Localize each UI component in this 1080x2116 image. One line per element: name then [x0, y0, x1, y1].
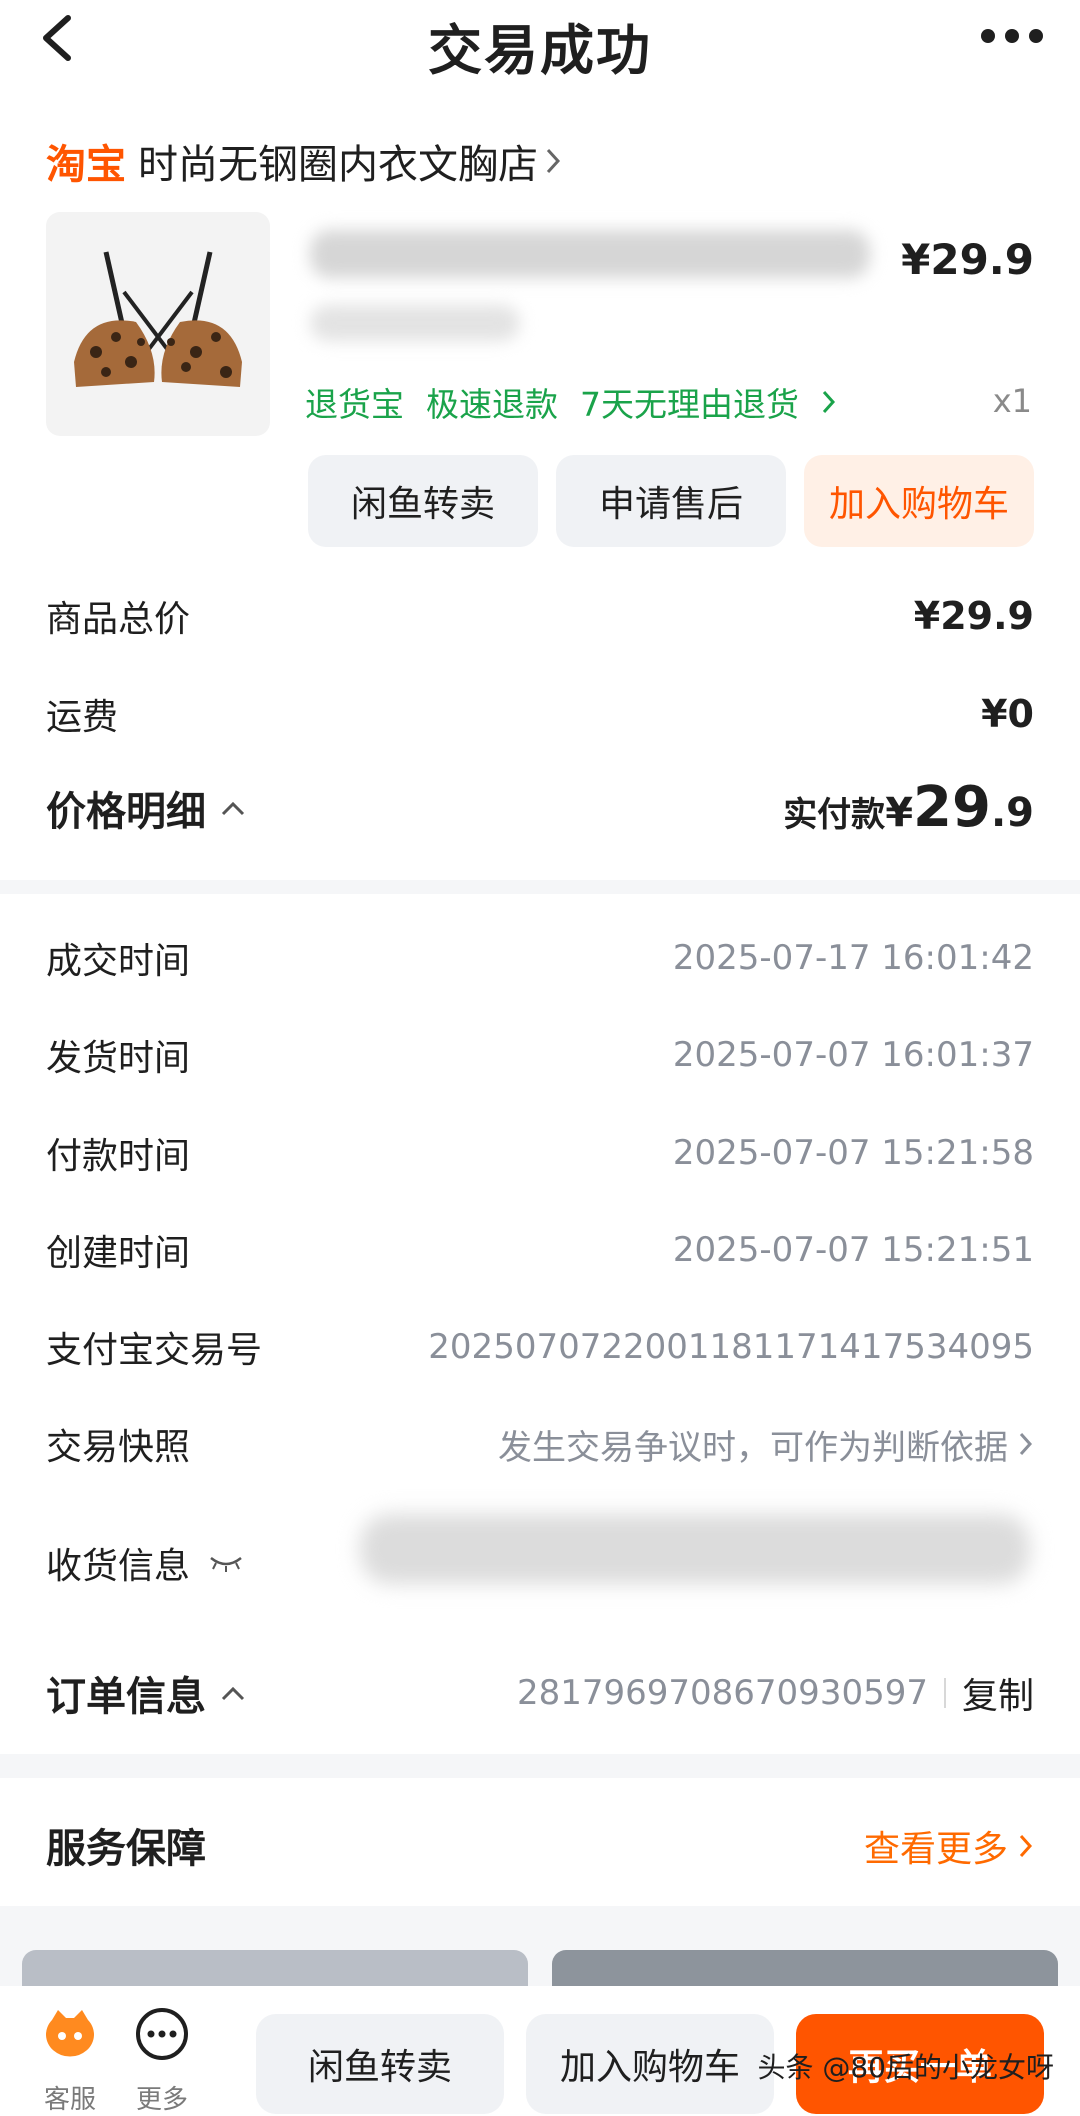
- order-number-group: 2817969708670930597 复制: [517, 1667, 1034, 1719]
- recommendation-image-right[interactable]: [552, 1950, 1058, 1990]
- order-card: 淘宝 时尚无钢圈内衣文胸店 ¥29.9 退货宝 极速退款 7天无理由退货 x1 …: [0, 80, 1080, 880]
- copy-button[interactable]: 复制: [962, 1667, 1034, 1719]
- taobao-logo: 淘宝: [46, 142, 126, 188]
- price-detail-label: 价格明细: [46, 788, 206, 835]
- shipping-address-blurred: [360, 1514, 1030, 1584]
- bottom-action-bar: 客服 更多 闲鱼转卖 加入购物车 再买一单 头条 @80后的小龙女呀: [0, 1986, 1080, 2116]
- service-guarantee-card: 服务保障 查看更多: [0, 1778, 1080, 1906]
- deal-time-row: 成交时间 2025-07-17 16:01:42: [46, 932, 1034, 984]
- order-info-card: 成交时间 2025-07-17 16:01:42 发货时间 2025-07-07…: [0, 894, 1080, 1754]
- bottom-resell-button[interactable]: 闲鱼转卖: [256, 2014, 504, 2114]
- divider: [943, 1678, 946, 1708]
- create-time-row: 创建时间 2025-07-07 15:21:51: [46, 1224, 1034, 1276]
- actual-paid-label: 实付款: [783, 795, 886, 835]
- shop-link[interactable]: 淘宝 时尚无钢圈内衣文胸店: [46, 132, 562, 190]
- price-detail-toggle[interactable]: 价格明细: [46, 779, 246, 837]
- page-title: 交易成功: [428, 19, 652, 82]
- snapshot-hint: 发生交易争议时，可作为判断依据: [498, 1427, 1008, 1468]
- tag-fast-refund: 极速退款: [426, 385, 558, 424]
- recommendation-image-left[interactable]: [22, 1950, 528, 1990]
- chevron-up-icon: [221, 1686, 245, 1701]
- top-bar: 交易成功: [0, 0, 1080, 82]
- alipay-trade-label: 支付宝交易号: [46, 1330, 263, 1371]
- create-time-label: 创建时间: [46, 1233, 191, 1274]
- total-price-value: ¥29.9: [913, 594, 1034, 638]
- service-title: 服务保障: [46, 1826, 206, 1872]
- service-more-label: 查看更多: [863, 1829, 1008, 1870]
- chevron-right-icon: [546, 148, 561, 174]
- ship-time-value: 2025-07-07 16:01:37: [672, 1035, 1034, 1075]
- snapshot-link[interactable]: 发生交易争议时，可作为判断依据: [498, 1420, 1034, 1469]
- product-title-blurred: [310, 230, 870, 278]
- ship-time-row: 发货时间 2025-07-07 16:01:37: [46, 1029, 1034, 1081]
- customer-service-button[interactable]: 客服: [30, 2006, 110, 2116]
- service-tags[interactable]: 退货宝 极速退款 7天无理由退货: [305, 378, 837, 426]
- order-info-toggle[interactable]: 订单信息: [46, 1664, 246, 1722]
- resell-button[interactable]: 闲鱼转卖: [308, 455, 538, 547]
- customer-service-label: 客服: [43, 2085, 96, 2115]
- alipay-trade-row[interactable]: 支付宝交易号 2025070722001181171417534095: [46, 1321, 1034, 1373]
- pay-time-label: 付款时间: [46, 1136, 191, 1177]
- alipay-trade-value: 2025070722001181171417534095: [428, 1327, 1034, 1367]
- total-price-label: 商品总价: [46, 599, 191, 640]
- product-image[interactable]: [46, 212, 270, 436]
- snapshot-row[interactable]: 交易快照 发生交易争议时，可作为判断依据: [46, 1418, 1034, 1470]
- shipping-value: ¥0: [981, 692, 1034, 736]
- create-time-value: 2025-07-07 15:21:51: [672, 1230, 1034, 1270]
- eye-closed-icon[interactable]: [208, 1553, 244, 1573]
- deal-time-label: 成交时间: [46, 941, 191, 982]
- customer-service-icon: [46, 2010, 94, 2057]
- product-sku-blurred: [310, 305, 520, 341]
- pay-time-row: 付款时间 2025-07-07 15:21:58: [46, 1127, 1034, 1179]
- tag-return-insurance: 退货宝: [305, 385, 404, 424]
- quantity: x1: [992, 382, 1032, 420]
- pay-time-value: 2025-07-07 15:21:58: [672, 1133, 1034, 1173]
- shipping-label: 运费: [46, 697, 119, 738]
- watermark: 头条 @80后的小龙女呀: [757, 2051, 1054, 2084]
- more-options-icon[interactable]: [980, 24, 1044, 48]
- chevron-right-icon: [1019, 1834, 1033, 1858]
- more-circle-icon: [136, 2008, 188, 2060]
- order-number-row: 订单信息 2817969708670930597 复制: [46, 1664, 1034, 1722]
- chevron-right-icon: [1019, 1432, 1033, 1456]
- total-price-row: 商品总价 ¥29.9: [46, 590, 1034, 642]
- tag-7day-return: 7天无理由退货: [580, 385, 799, 424]
- bra-illustration: [74, 251, 242, 387]
- more-label: 更多: [135, 2085, 188, 2115]
- service-more-link[interactable]: 查看更多: [864, 1820, 1034, 1872]
- chevron-right-icon: [822, 390, 836, 414]
- shipping-row: 运费 ¥0: [46, 688, 1034, 740]
- bottom-add-to-cart-button[interactable]: 加入购物车: [526, 2014, 774, 2114]
- price-detail-row[interactable]: 价格明细 实付款 ¥ 29 .9: [46, 775, 1034, 840]
- actual-paid-currency: ¥: [885, 790, 914, 836]
- actual-paid-int: 29: [913, 775, 991, 840]
- actual-paid: 实付款 ¥ 29 .9: [783, 775, 1034, 840]
- after-sales-button[interactable]: 申请售后: [556, 455, 786, 547]
- shipping-info-label: 收货信息: [46, 1546, 191, 1587]
- order-number: 2817969708670930597: [516, 1673, 928, 1713]
- chevron-up-icon: [221, 801, 245, 815]
- order-info-label: 订单信息: [46, 1674, 206, 1720]
- add-to-cart-button[interactable]: 加入购物车: [804, 455, 1034, 547]
- more-button[interactable]: 更多: [122, 2006, 202, 2116]
- actual-paid-dec: .9: [990, 790, 1034, 836]
- shop-name: 时尚无钢圈内衣文胸店: [138, 142, 538, 188]
- product-price: ¥29.9: [901, 235, 1034, 284]
- ship-time-label: 发货时间: [46, 1038, 191, 1079]
- deal-time-value: 2025-07-17 16:01:42: [672, 938, 1034, 978]
- snapshot-label: 交易快照: [46, 1427, 191, 1468]
